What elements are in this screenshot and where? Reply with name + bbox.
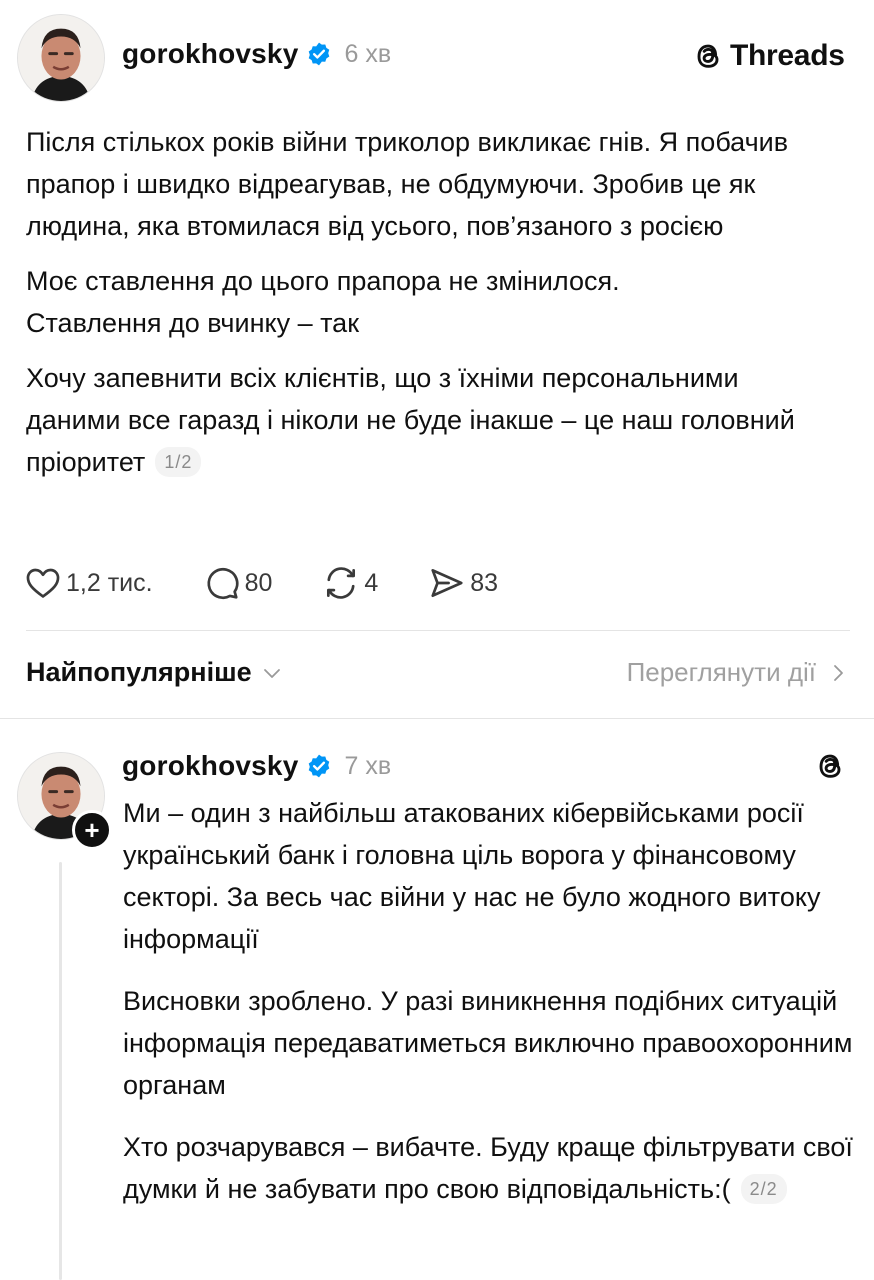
chevron-right-icon: [834, 664, 843, 681]
threads-brand: Threads: [690, 38, 845, 74]
threads-wordmark: Threads: [730, 39, 845, 72]
repost-button[interactable]: 4: [322, 564, 378, 602]
thread-counter: 2/2: [740, 1174, 787, 1204]
comment-icon: [207, 567, 239, 600]
reply-count: 80: [244, 568, 273, 597]
avatar-photo: [18, 15, 104, 101]
reply-paragraph: Хто розчарувався – вибачте. Буду краще ф…: [123, 1126, 858, 1210]
divider: [26, 630, 850, 631]
reply-author-username[interactable]: gorokhovsky: [122, 750, 298, 782]
repost-count: 4: [364, 568, 379, 597]
sort-dropdown[interactable]: Найпопулярніше: [26, 657, 284, 688]
post-paragraph: Після стількох років війни триколор викл…: [26, 127, 789, 241]
post-action-bar: 1,2 тис. 80 4 83: [24, 564, 548, 602]
reply-paragraph: Ми – один з найбільш атакованих кібервій…: [123, 798, 821, 954]
chevron-down-icon: [263, 668, 280, 678]
post-paragraph-text: Хочу запевнити всіх клієнтів, що з їхнім…: [26, 363, 795, 477]
verified-badge-icon: [309, 754, 330, 778]
post-paragraph: Моє ставлення до цього прапора не змінил…: [26, 266, 620, 338]
reply-button[interactable]: 80: [203, 564, 273, 602]
view-activity-link[interactable]: Переглянути дії: [627, 657, 850, 688]
follow-button[interactable]: +: [72, 810, 112, 850]
like-button[interactable]: 1,2 тис.: [24, 564, 153, 602]
repost-icon: [327, 567, 356, 599]
reply-time: 7 хв: [344, 751, 392, 780]
reply-body: Ми – один з найбільш атакованих кібервій…: [123, 792, 858, 1210]
share-button[interactable]: 83: [428, 564, 498, 602]
heart-icon: [26, 568, 60, 598]
author-username[interactable]: gorokhovsky: [122, 38, 298, 70]
threads-logo-icon: [697, 44, 719, 68]
sort-label: Найпопулярніше: [26, 657, 252, 687]
verified-badge-icon: [309, 42, 330, 66]
like-count: 1,2 тис.: [66, 568, 153, 597]
post-time: 6 хв: [344, 39, 392, 68]
plus-icon: +: [84, 815, 100, 845]
send-icon: [431, 568, 463, 598]
post-body: Після стількох років війни триколор викл…: [26, 121, 826, 483]
thread-connector-line: [59, 862, 62, 1280]
divider: [0, 718, 874, 719]
share-count: 83: [470, 568, 499, 597]
post-paragraph: Хочу запевнити всіх клієнтів, що з їхнім…: [26, 357, 816, 483]
view-activity-label: Переглянути дії: [626, 657, 816, 687]
reply-paragraph: Висновки зроблено. У разі виникнення под…: [123, 986, 853, 1100]
thread-counter: 1/2: [155, 447, 202, 477]
threads-logo-icon: [819, 754, 841, 778]
author-avatar[interactable]: [17, 14, 105, 102]
